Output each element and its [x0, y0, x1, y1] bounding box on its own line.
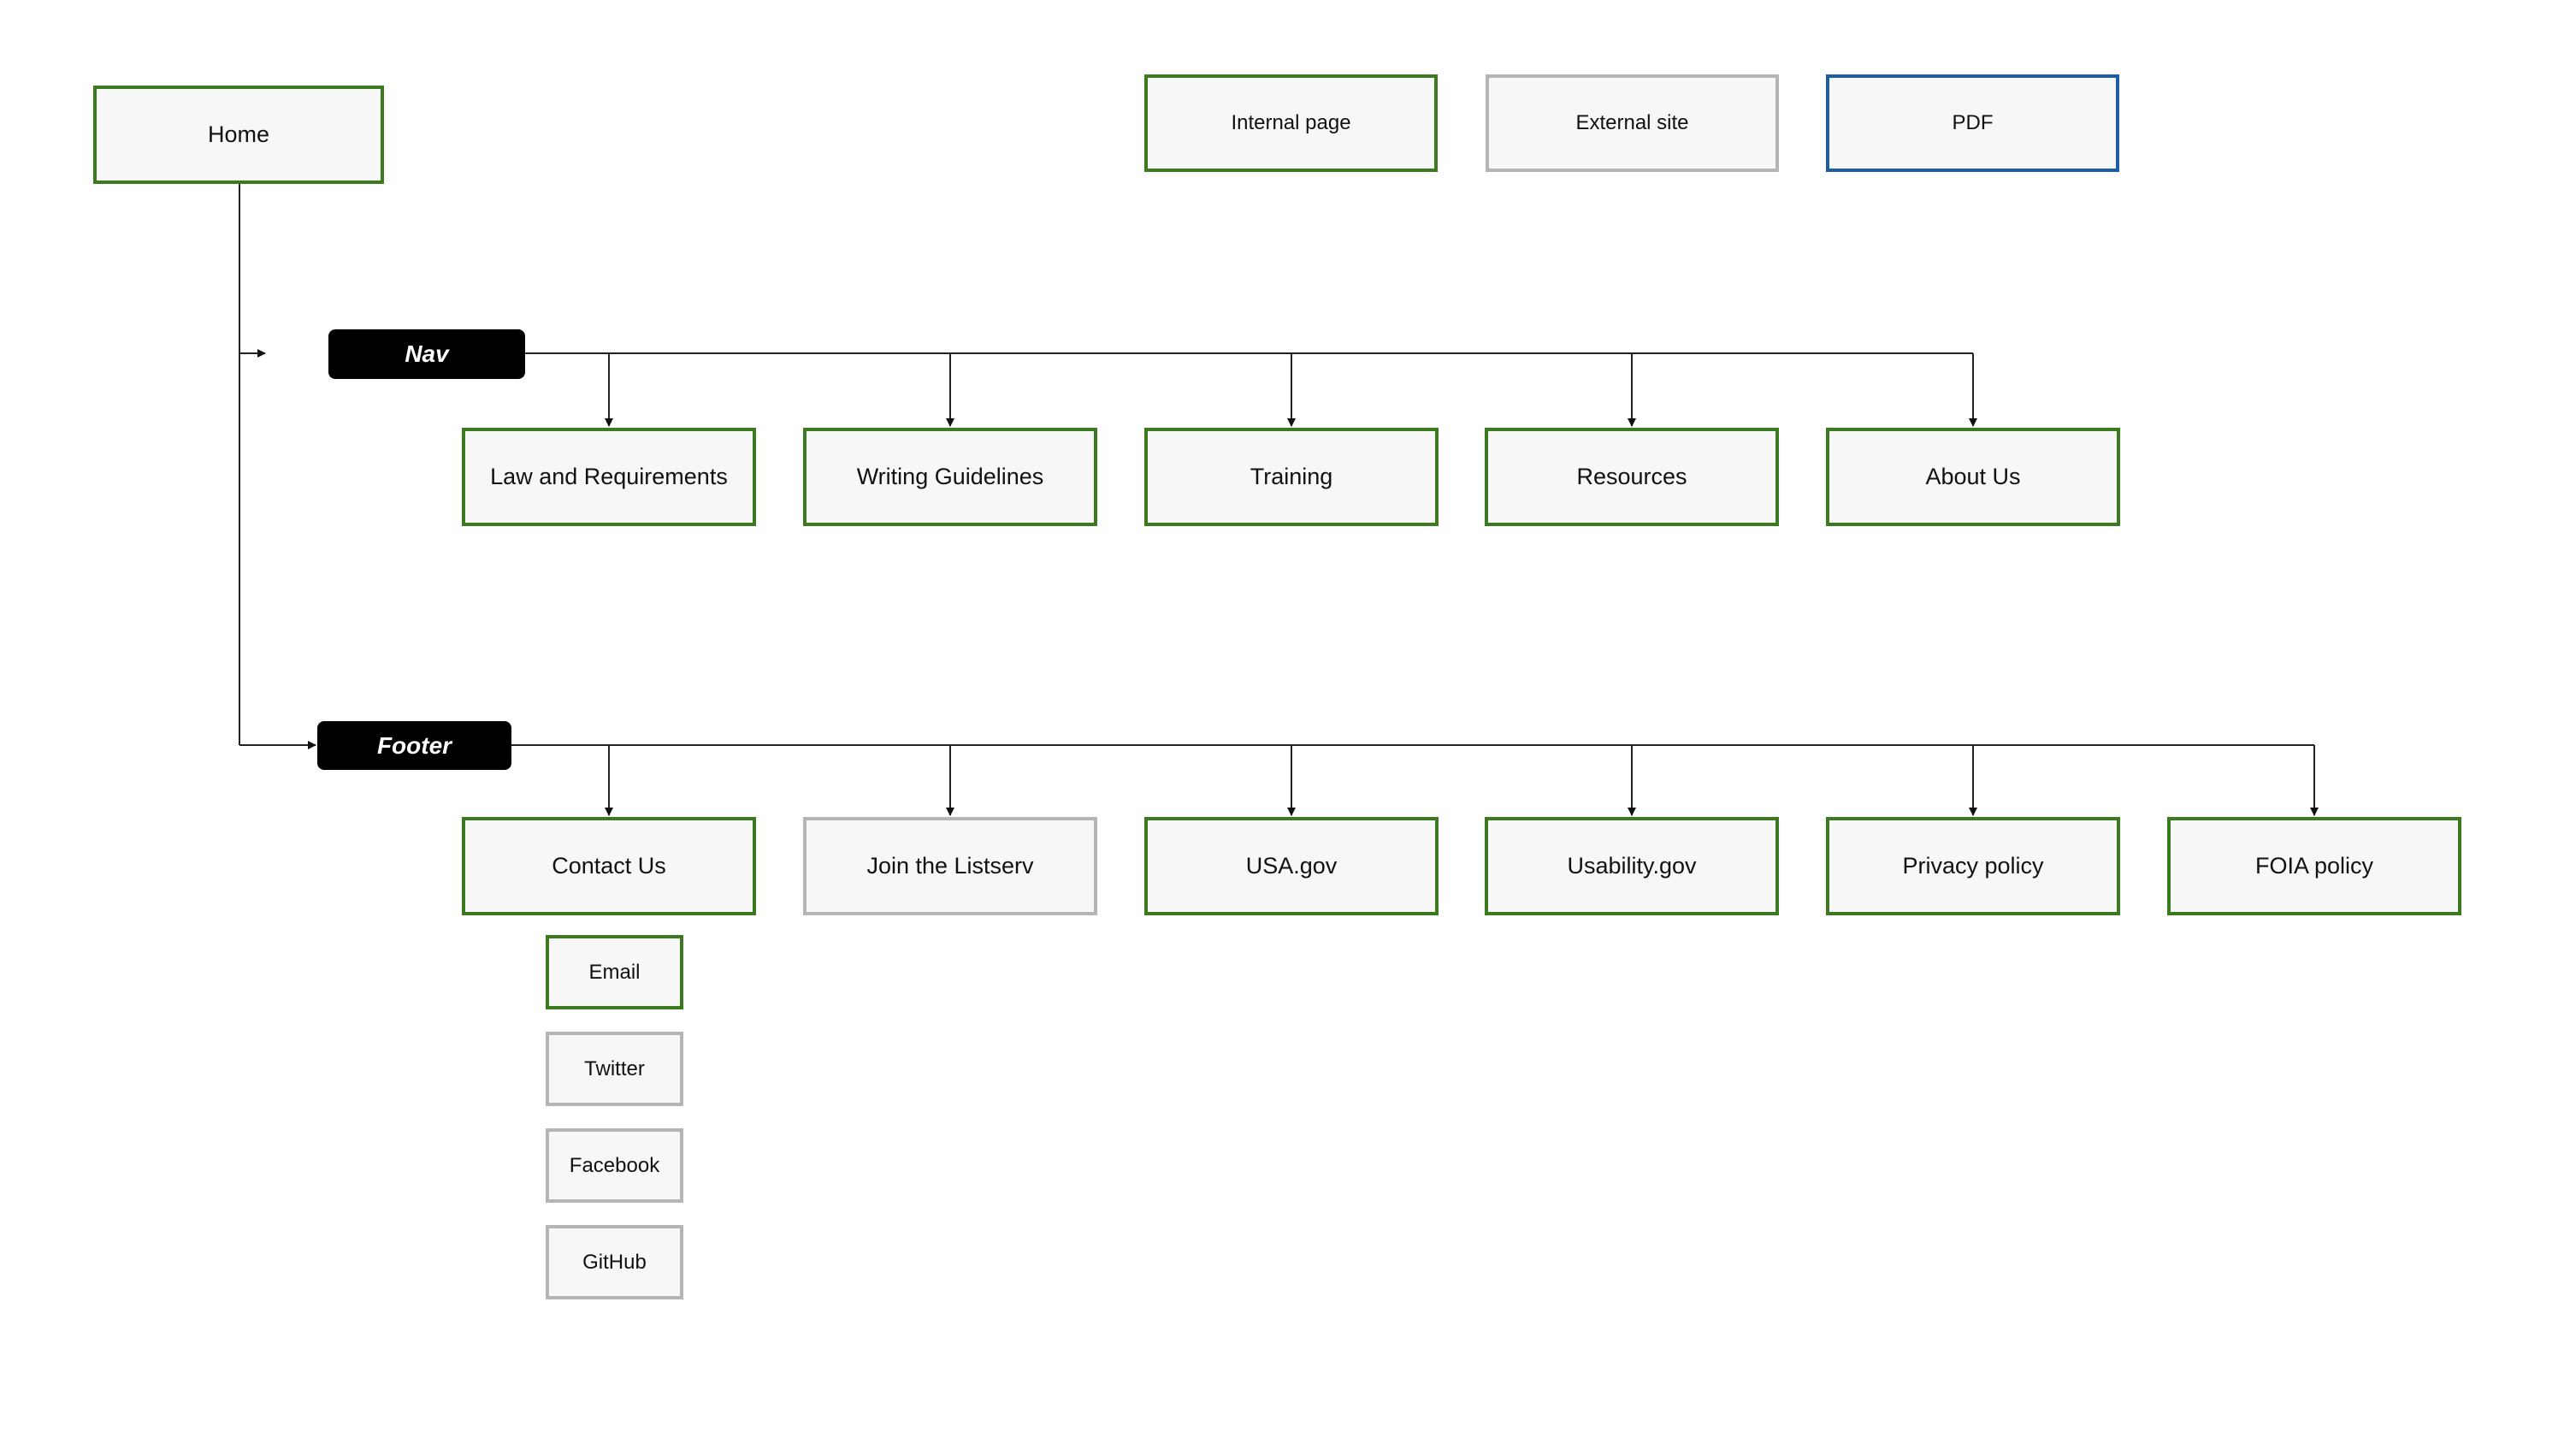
nav-label: Nav — [328, 329, 525, 379]
footer-item-usa-gov[interactable]: USA.gov — [1144, 817, 1439, 915]
contact-twitter[interactable]: Twitter — [546, 1032, 683, 1106]
nav-item-about-us[interactable]: About Us — [1826, 428, 2120, 526]
legend-external-site: External site — [1486, 74, 1779, 172]
contact-facebook[interactable]: Facebook — [546, 1128, 683, 1203]
footer-item-privacy-policy[interactable]: Privacy policy — [1826, 817, 2120, 915]
footer-item-contact-us[interactable]: Contact Us — [462, 817, 756, 915]
contact-github[interactable]: GitHub — [546, 1225, 683, 1299]
footer-item-usability-gov[interactable]: Usability.gov — [1485, 817, 1779, 915]
nav-item-resources[interactable]: Resources — [1485, 428, 1779, 526]
nav-item-law-and-requirements[interactable]: Law and Requirements — [462, 428, 756, 526]
footer-item-join-the-listserv[interactable]: Join the Listserv — [803, 817, 1097, 915]
footer-item-foia-policy[interactable]: FOIA policy — [2167, 817, 2461, 915]
home-node[interactable]: Home — [93, 86, 384, 184]
legend-internal-page: Internal page — [1144, 74, 1438, 172]
nav-item-writing-guidelines[interactable]: Writing Guidelines — [803, 428, 1097, 526]
footer-label: Footer — [317, 721, 511, 770]
nav-item-training[interactable]: Training — [1144, 428, 1439, 526]
contact-email[interactable]: Email — [546, 935, 683, 1009]
legend-pdf: PDF — [1826, 74, 2119, 172]
